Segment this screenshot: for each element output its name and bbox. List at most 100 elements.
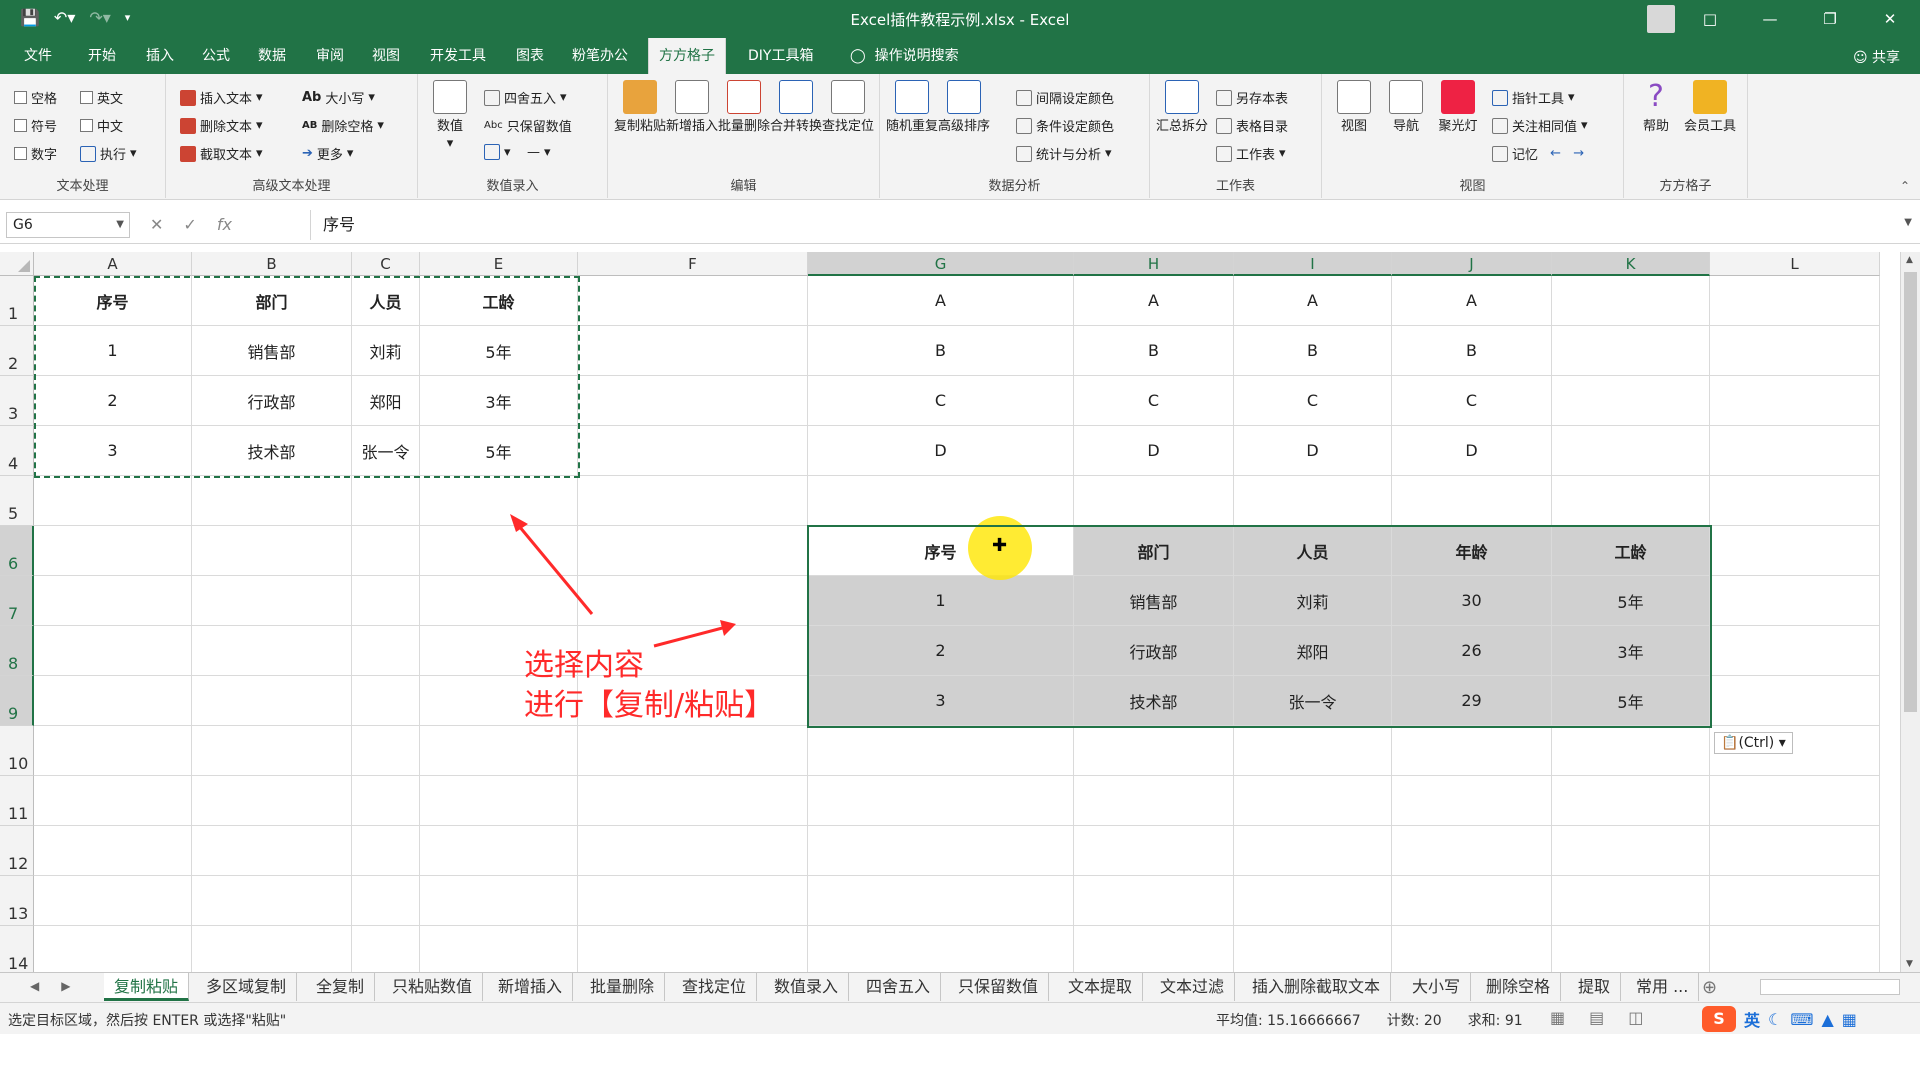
tab-insert[interactable]: 插入: [142, 38, 178, 74]
round-button[interactable]: 四舍五入 ▾: [484, 88, 567, 107]
grid-cell[interactable]: [808, 826, 1074, 876]
cell-b3[interactable]: 行政部: [192, 376, 352, 426]
cell-h7[interactable]: 销售部: [1074, 576, 1234, 626]
grid-cell[interactable]: [1710, 876, 1880, 926]
cell-g3[interactable]: C: [808, 376, 1074, 426]
checkbox-english[interactable]: 英文: [80, 88, 123, 107]
grid-cell[interactable]: [192, 576, 352, 626]
summarize-split-button[interactable]: 汇总拆分: [1156, 80, 1208, 135]
column-header-a[interactable]: A: [34, 252, 192, 276]
grid-cell[interactable]: [578, 276, 808, 326]
row-header[interactable]: 5: [0, 476, 34, 526]
cell-h1[interactable]: A: [1074, 276, 1234, 326]
column-header-h[interactable]: H: [1074, 252, 1234, 276]
cell-a2[interactable]: 1: [34, 326, 192, 376]
memory-button[interactable]: 记忆 ← →: [1492, 144, 1584, 163]
cell-h6[interactable]: 部门: [1074, 526, 1234, 576]
save-sheet-button[interactable]: 另存本表: [1216, 88, 1288, 107]
grid-cell[interactable]: [34, 476, 192, 526]
grid-cell[interactable]: [1392, 476, 1552, 526]
grid-cell[interactable]: [1074, 476, 1234, 526]
pointer-tool-button[interactable]: 指针工具 ▾: [1492, 88, 1575, 107]
tab-review[interactable]: 审阅: [312, 38, 348, 74]
share-button[interactable]: ☺ 共享: [1853, 47, 1900, 67]
grid-cell[interactable]: [34, 626, 192, 676]
column-header-c[interactable]: C: [352, 252, 420, 276]
cell-j3[interactable]: C: [1392, 376, 1552, 426]
cell-c4[interactable]: 张一令: [352, 426, 420, 476]
cell-j9[interactable]: 29: [1392, 676, 1552, 726]
grid-cell[interactable]: [352, 476, 420, 526]
sheet-tab[interactable]: 新增插入: [488, 973, 574, 1001]
grid-cell[interactable]: [1074, 826, 1234, 876]
grid-cell[interactable]: [1710, 426, 1880, 476]
grid-cell[interactable]: [352, 626, 420, 676]
grid-cell[interactable]: [1710, 326, 1880, 376]
grid-cell[interactable]: [1710, 376, 1880, 426]
normal-view-icon[interactable]: ▦: [1550, 1008, 1565, 1027]
find-locate-button[interactable]: 查找定位: [822, 80, 874, 135]
column-header-l[interactable]: L: [1710, 252, 1880, 276]
row-header[interactable]: 11: [0, 776, 34, 826]
cell-j7[interactable]: 30: [1392, 576, 1552, 626]
grid-cell[interactable]: [1710, 676, 1880, 726]
grid-cell[interactable]: [808, 726, 1074, 776]
sheet-tab[interactable]: 全复制: [306, 973, 376, 1001]
sheet-tab[interactable]: 文本过滤: [1150, 973, 1236, 1001]
grid-cell[interactable]: [578, 926, 808, 972]
member-tools-button[interactable]: 会员工具: [1684, 80, 1736, 135]
worksheet-button[interactable]: 工作表 ▾: [1216, 144, 1286, 163]
grid-cell[interactable]: [1552, 476, 1710, 526]
grid-cell[interactable]: [1392, 926, 1552, 972]
grid-cell[interactable]: [1392, 726, 1552, 776]
grid-cell[interactable]: [192, 476, 352, 526]
vertical-scrollbar[interactable]: ▲ ▼: [1900, 252, 1920, 972]
row-header[interactable]: 12: [0, 826, 34, 876]
grid-cell[interactable]: [352, 676, 420, 726]
row-header[interactable]: 9: [0, 676, 34, 726]
grid-cell[interactable]: [34, 876, 192, 926]
grid-cell[interactable]: [1392, 826, 1552, 876]
watch-same-button[interactable]: 关注相同值 ▾: [1492, 116, 1588, 135]
edit-tools-button[interactable]: ▾ — ▾: [484, 144, 550, 160]
insert-text-button[interactable]: 插入文本 ▾: [180, 88, 263, 107]
grid-cell[interactable]: [34, 926, 192, 972]
cell-e1[interactable]: 工龄: [420, 276, 578, 326]
row-header[interactable]: 1: [0, 276, 34, 326]
grid-menu-icon[interactable]: ▦: [1842, 1010, 1857, 1029]
cell-e4[interactable]: 5年: [420, 426, 578, 476]
tab-formulas[interactable]: 公式: [198, 38, 234, 74]
grid-cell[interactable]: [1552, 326, 1710, 376]
view-button[interactable]: 视图: [1328, 80, 1380, 135]
row-header[interactable]: 14: [0, 926, 34, 972]
tab-file[interactable]: 文件: [20, 38, 56, 74]
grid-cell[interactable]: [808, 926, 1074, 972]
grid-cell[interactable]: [1710, 826, 1880, 876]
cell-k8[interactable]: 3年: [1552, 626, 1710, 676]
grid-cell[interactable]: [1710, 476, 1880, 526]
column-header-j[interactable]: J: [1392, 252, 1552, 276]
grid-cell[interactable]: [1552, 726, 1710, 776]
grid-cell[interactable]: [192, 926, 352, 972]
sheet-tab[interactable]: 四舍五入: [856, 973, 942, 1001]
grid-cell[interactable]: [1392, 776, 1552, 826]
tab-developer[interactable]: 开发工具: [426, 38, 490, 74]
grid-cell[interactable]: [420, 776, 578, 826]
forward-arrow-icon[interactable]: →: [1573, 146, 1584, 161]
sheet-tab[interactable]: 文本提取: [1058, 973, 1144, 1001]
grid-cell[interactable]: [1710, 626, 1880, 676]
grid-cell[interactable]: [1234, 876, 1392, 926]
grid-cell[interactable]: [1552, 276, 1710, 326]
tab-next-icon[interactable]: ▶: [61, 979, 70, 993]
row-header[interactable]: 2: [0, 326, 34, 376]
row-header[interactable]: 3: [0, 376, 34, 426]
sheet-tab-copy-paste[interactable]: 复制粘贴: [104, 973, 190, 1001]
more-button[interactable]: ➔ 更多 ▾: [302, 144, 353, 163]
column-header-f[interactable]: F: [578, 252, 808, 276]
grid-cell[interactable]: [1234, 726, 1392, 776]
case-button[interactable]: Ab 大小写 ▾: [302, 88, 375, 107]
horizontal-scrollbar[interactable]: [1760, 979, 1900, 995]
grid-cell[interactable]: [1234, 826, 1392, 876]
stats-analysis-button[interactable]: 统计与分析 ▾: [1016, 144, 1112, 163]
grid-cell[interactable]: [420, 876, 578, 926]
